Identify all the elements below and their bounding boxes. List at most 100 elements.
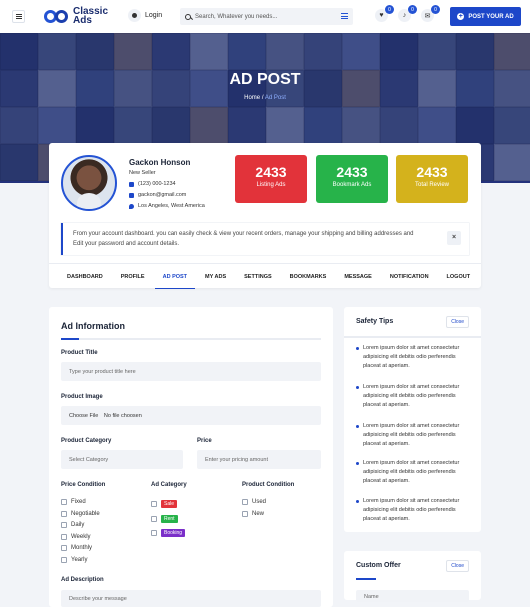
tab-dashboard[interactable]: DASHBOARD: [59, 264, 111, 289]
logo-text: Classic Ads: [73, 7, 108, 26]
checkbox[interactable]: [151, 501, 157, 507]
phone-text: (123) 000-1234: [138, 181, 176, 187]
custom-offer-title: Custom Offer: [356, 562, 401, 569]
checkbox[interactable]: [242, 511, 248, 517]
price-label: Price: [197, 438, 212, 444]
profile-phone: (123) 000-1234: [129, 181, 176, 187]
stat-value: 2433: [336, 164, 368, 180]
price-condition-fixed[interactable]: Fixed: [61, 499, 86, 505]
checkbox-label: Daily: [71, 522, 85, 528]
breadcrumb-current: Ad Post: [264, 95, 286, 101]
account-tabs: DASHBOARD PROFILE AD POST MY ADS SETTING…: [49, 263, 481, 289]
name-input[interactable]: Name: [356, 590, 469, 602]
heart-icon[interactable]: ♥ 0: [375, 5, 394, 22]
stat-value: 2433: [255, 164, 287, 180]
stat-label: Listing Ads: [256, 182, 286, 188]
filter-icon[interactable]: [341, 13, 348, 19]
product-title-input[interactable]: Type your product title here: [61, 362, 321, 381]
menu-icon[interactable]: [12, 10, 25, 23]
bell-icon[interactable]: ♪ 0: [398, 5, 417, 22]
product-category-select[interactable]: Select Category: [61, 450, 183, 469]
favorites-badge: 0: [385, 5, 394, 14]
checkbox[interactable]: [61, 499, 67, 505]
close-button[interactable]: Close: [446, 316, 469, 328]
safety-tips-card: Safety Tips Close Lorem ipsum dolor sit …: [344, 307, 481, 532]
checkbox[interactable]: [61, 557, 67, 563]
checkbox[interactable]: [151, 530, 157, 536]
booking-tag: Booking: [161, 529, 186, 537]
price-input[interactable]: Enter your pricing amount: [197, 450, 321, 469]
breadcrumb-separator: /: [261, 95, 264, 101]
notifications-badge: 0: [408, 5, 417, 14]
product-condition-label: Product Condition: [242, 482, 295, 488]
profile-name: Gackon Honson: [129, 158, 191, 167]
search-input[interactable]: Search, Whatever you needs...: [195, 14, 277, 20]
tab-my-ads[interactable]: MY ADS: [197, 264, 234, 289]
checkbox-label: Yearly: [71, 557, 88, 563]
search-icon: [185, 13, 191, 20]
tab-ad-post[interactable]: AD POST: [154, 264, 196, 289]
card-divider: [344, 336, 481, 338]
checkbox[interactable]: [61, 511, 67, 517]
price-condition-monthly[interactable]: Monthly: [61, 545, 92, 551]
page-title: AD POST: [229, 71, 301, 88]
choose-file-button[interactable]: Choose File: [69, 413, 98, 419]
breadcrumb: Home / Ad Post: [0, 95, 530, 101]
tab-profile[interactable]: PROFILE: [113, 264, 153, 289]
product-image-file-input[interactable]: Choose File No file choosen: [61, 406, 321, 425]
list-item: Lorem ipsum dolor sit amet consectetur a…: [356, 422, 474, 449]
checkbox-label: Monthly: [71, 545, 93, 551]
tab-bookmarks[interactable]: BOOKMARKS: [282, 264, 335, 289]
tab-logout[interactable]: LOGOUT: [439, 264, 479, 289]
price-condition-daily[interactable]: Daily: [61, 522, 84, 528]
form-title-underline: [61, 338, 79, 340]
login-link[interactable]: Login: [128, 9, 162, 22]
product-category-label: Product Category: [61, 438, 112, 444]
phone-icon: [129, 181, 134, 187]
post-your-ad-button[interactable]: + POST YOUR AD: [450, 7, 521, 26]
price-condition-weekly[interactable]: Weekly: [61, 534, 91, 540]
checkbox[interactable]: [242, 499, 248, 505]
safety-tips-title: Safety Tips: [356, 318, 394, 325]
profile-role: New Seller: [129, 170, 156, 176]
profile-email: gackon@gmail.com: [129, 192, 186, 198]
stat-label: Bookmark Ads: [332, 182, 372, 188]
list-item: Lorem ipsum dolor sit amet consectetur a…: [356, 459, 474, 486]
location-text: Los Angeles, West America: [138, 203, 205, 209]
close-icon[interactable]: ×: [447, 231, 461, 245]
product-condition-new[interactable]: New: [242, 511, 264, 517]
stat-total-review[interactable]: 2433 Total Review: [396, 155, 468, 203]
search-bar[interactable]: Search, Whatever you needs...: [180, 8, 353, 25]
price-condition-label: Price Condition: [61, 482, 106, 488]
checkbox-label: Used: [252, 499, 267, 505]
stat-bookmark-ads[interactable]: 2433 Bookmark Ads: [316, 155, 388, 203]
checkbox[interactable]: [151, 516, 157, 522]
custom-offer-card: Custom Offer Close Name: [344, 551, 481, 602]
breadcrumb-home[interactable]: Home: [244, 95, 260, 101]
close-button[interactable]: Close: [446, 560, 469, 572]
checkbox-label: Negotiable: [71, 511, 100, 517]
price-condition-yearly[interactable]: Yearly: [61, 557, 87, 563]
checkbox[interactable]: [61, 522, 67, 528]
avatar: [61, 155, 117, 211]
product-condition-used[interactable]: Used: [242, 499, 266, 505]
list-item: Lorem ipsum dolor sit amet consectetur a…: [356, 497, 474, 524]
ad-category-rent[interactable]: Rent: [151, 515, 178, 523]
stat-label: Total Review: [414, 182, 449, 188]
dashboard-notice: From your account dashboard. you can eas…: [61, 223, 469, 255]
tab-message[interactable]: MESSAGE: [336, 264, 380, 289]
top-header: Classic Ads Login Search, Whatever you n…: [0, 0, 530, 33]
checkbox[interactable]: [61, 545, 67, 551]
site-logo[interactable]: Classic Ads: [44, 7, 108, 26]
notice-text: From your account dashboard. you can eas…: [73, 231, 414, 247]
tab-notification[interactable]: NOTIFICATION: [382, 264, 437, 289]
email-text: gackon@gmail.com: [138, 192, 187, 198]
ad-category-booking[interactable]: Booking: [151, 529, 186, 537]
ad-description-textarea[interactable]: Describe your message: [61, 590, 321, 607]
checkbox[interactable]: [61, 534, 67, 540]
tab-settings[interactable]: SETTINGS: [236, 264, 280, 289]
ad-category-sale[interactable]: Sale: [151, 500, 178, 508]
stat-listing-ads[interactable]: 2433 Listing Ads: [235, 155, 307, 203]
envelope-icon[interactable]: ✉ 0: [421, 5, 440, 22]
price-condition-negotiable[interactable]: Negotiable: [61, 511, 100, 517]
